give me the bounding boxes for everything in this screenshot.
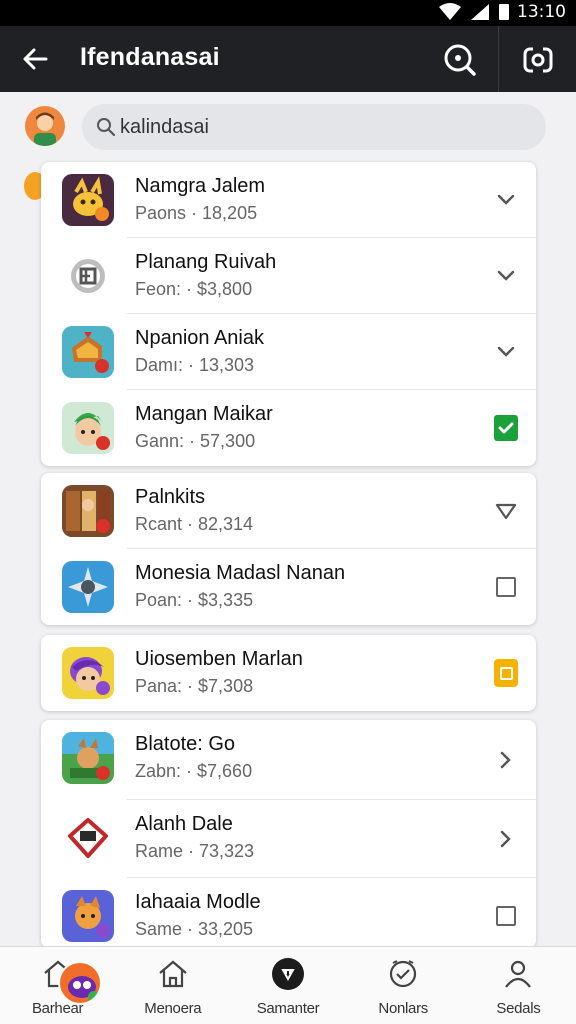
app-icon bbox=[62, 250, 114, 302]
list-item[interactable]: Planang Ruivah Feon: · $3,800 bbox=[41, 238, 536, 314]
avatar[interactable] bbox=[25, 106, 65, 146]
select-checkbox[interactable] bbox=[494, 415, 518, 441]
chevron-right-icon bbox=[500, 830, 511, 848]
compass-icon bbox=[271, 957, 305, 991]
app-icon bbox=[62, 561, 114, 613]
wifi-icon bbox=[439, 3, 461, 20]
app-name: Uiosemben Marlan bbox=[135, 648, 303, 670]
list-item[interactable]: Uiosemben Marlan Pana: · $7,308 bbox=[41, 635, 536, 711]
arrow-left-icon bbox=[23, 48, 48, 70]
app-card: Uiosemben Marlan Pana: · $7,308 bbox=[41, 635, 536, 711]
app-name: Monesia Madasl Nanan bbox=[135, 562, 346, 584]
app-icon bbox=[62, 402, 114, 454]
app-name: Mangan Maikar bbox=[135, 403, 273, 425]
select-checkbox[interactable] bbox=[494, 659, 518, 687]
app-bar: Ifendanasai bbox=[0, 26, 576, 92]
signal-icon bbox=[471, 4, 489, 20]
select-checkbox[interactable] bbox=[494, 904, 518, 928]
app-icon bbox=[62, 890, 114, 942]
clock-icon bbox=[386, 957, 420, 991]
app-icon bbox=[62, 812, 114, 864]
app-meta: Same · 33,205 bbox=[135, 919, 254, 939]
chevron-down-icon bbox=[497, 346, 515, 357]
app-icon bbox=[62, 485, 114, 537]
app-name: Alanh Dale bbox=[135, 813, 233, 835]
app-name: Iahaaia Modle bbox=[135, 891, 261, 913]
scan-button[interactable] bbox=[518, 40, 558, 80]
nav-label: Menoera bbox=[144, 1000, 202, 1017]
app-name: Npanion Aniak bbox=[135, 327, 264, 349]
checkbox-empty-icon bbox=[496, 577, 516, 597]
divider bbox=[498, 26, 499, 92]
list-item[interactable]: Palnkits Rcant · 82,314 bbox=[41, 473, 536, 549]
app-meta: Pana: · $7,308 bbox=[135, 676, 254, 696]
app-meta: Zabn: · $7,660 bbox=[135, 761, 253, 781]
nav-label: Sedals bbox=[496, 1000, 541, 1017]
checkbox-empty-icon bbox=[496, 906, 516, 926]
search-button[interactable] bbox=[440, 40, 480, 80]
list-item[interactable]: Namgra Jalem Paons · 18,205 bbox=[41, 162, 536, 238]
bottom-nav: Barhear Menoera Samanter Nonlars Sedals bbox=[0, 946, 576, 1024]
scan-icon bbox=[523, 45, 553, 75]
app-icon bbox=[62, 647, 114, 699]
select-checkbox[interactable] bbox=[494, 575, 518, 599]
app-meta: Rame · 73,323 bbox=[135, 841, 255, 861]
status-bar: 13:10 bbox=[0, 0, 576, 26]
house-icon bbox=[156, 957, 190, 991]
back-button[interactable] bbox=[18, 43, 52, 75]
search-icon bbox=[444, 44, 476, 76]
app-name: Palnkits bbox=[135, 486, 206, 508]
app-card: Namgra Jalem Paons · 18,205 Planang Ruiv… bbox=[41, 162, 536, 466]
nav-label: Nonlars bbox=[378, 1000, 428, 1017]
list-item[interactable]: Npanion Aniak Damı: · 13,303 bbox=[41, 314, 536, 390]
chevron-right-icon bbox=[500, 751, 511, 769]
checkbox-partial-icon bbox=[494, 659, 518, 687]
app-card: Blatote: Go Zabn: · $7,660 Alanh Dale Ra… bbox=[41, 720, 536, 948]
app-meta: Damı: · 13,303 bbox=[135, 355, 255, 375]
search-input[interactable] bbox=[120, 115, 500, 139]
nav-label: Samanter bbox=[256, 1000, 320, 1017]
expand-button[interactable] bbox=[494, 188, 518, 212]
open-button[interactable] bbox=[494, 748, 518, 772]
heart-icon bbox=[495, 503, 517, 520]
expand-button[interactable] bbox=[494, 264, 518, 288]
app-meta: Poan: · $3,335 bbox=[135, 590, 254, 610]
list-item[interactable]: Blatote: Go Zabn: · $7,660 bbox=[41, 720, 536, 800]
app-name: Namgra Jalem bbox=[135, 175, 266, 197]
nav-item-sedals[interactable]: Sedals bbox=[461, 947, 576, 1024]
expand-button[interactable] bbox=[494, 340, 518, 364]
list-item[interactable]: Monesia Madasl Nanan Poan: · $3,335 bbox=[41, 549, 536, 625]
page-title: Ifendanasai bbox=[80, 43, 220, 71]
chevron-down-icon bbox=[497, 270, 515, 281]
nav-item-samanter[interactable]: Samanter bbox=[230, 947, 345, 1024]
checkbox-checked-icon bbox=[494, 415, 518, 441]
app-meta: Paons · 18,205 bbox=[135, 203, 258, 223]
avatar-icon bbox=[34, 112, 56, 146]
app-card: Palnkits Rcant · 82,314 Monesia Madasl N… bbox=[41, 473, 536, 625]
nav-item-menoera[interactable]: Menoera bbox=[115, 947, 230, 1024]
list-item[interactable]: Iahaaia Modle Same · 33,205 bbox=[41, 878, 536, 948]
nav-item-barhear[interactable]: Barhear bbox=[0, 947, 115, 1024]
person-icon bbox=[501, 957, 535, 991]
status-time: 13:10 bbox=[517, 2, 566, 22]
app-name: Planang Ruivah bbox=[135, 251, 277, 273]
app-icon bbox=[62, 732, 114, 784]
app-meta: Rcant · 82,314 bbox=[135, 514, 254, 534]
app-meta: Gann: · 57,300 bbox=[135, 431, 256, 451]
search-bar[interactable] bbox=[82, 104, 546, 150]
app-icon bbox=[62, 326, 114, 378]
app-icon bbox=[62, 174, 114, 226]
nav-item-nonlars[interactable]: Nonlars bbox=[346, 947, 461, 1024]
open-button[interactable] bbox=[494, 827, 518, 851]
chevron-down-icon bbox=[497, 194, 515, 205]
app-badge-icon bbox=[58, 961, 102, 1005]
favorite-button[interactable] bbox=[494, 499, 518, 523]
battery-icon bbox=[499, 4, 509, 20]
list-item[interactable]: Mangan Maikar Gann: · 57,300 bbox=[41, 390, 536, 466]
app-meta: Feon: · $3,800 bbox=[135, 279, 253, 299]
list-item[interactable]: Alanh Dale Rame · 73,323 bbox=[41, 800, 536, 878]
magnifier-icon bbox=[97, 118, 116, 137]
app-name: Blatote: Go bbox=[135, 733, 236, 755]
